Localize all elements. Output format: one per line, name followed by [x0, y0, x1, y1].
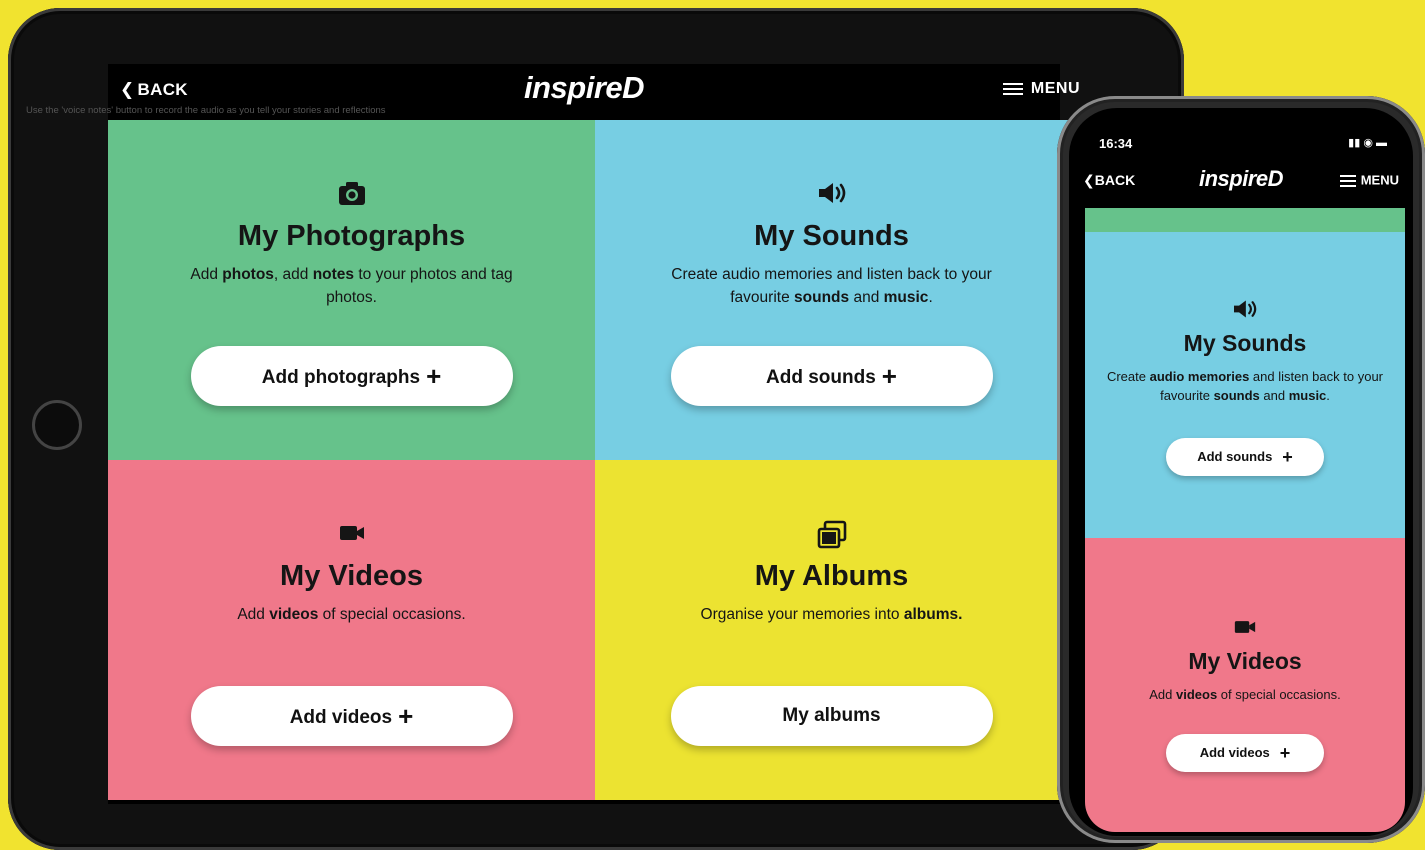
- menu-label: MENU: [1360, 172, 1399, 188]
- add-sounds-button[interactable]: Add sounds +: [670, 346, 993, 406]
- tile-albums: My Albums Organise your memories into al…: [595, 460, 1068, 800]
- speaker-icon: [1085, 298, 1405, 322]
- voice-notes-hint: Use the 'voice notes' button to record t…: [26, 105, 386, 116]
- tile-videos: My Videos Add videos of special occasion…: [108, 460, 595, 800]
- tile-title: My Videos: [280, 560, 423, 592]
- features-grid: My Photographs Add photos, add notes to …: [108, 120, 1068, 800]
- plus-icon: +: [1279, 743, 1291, 763]
- tile-sounds: My Sounds Create audio memories and list…: [1085, 232, 1405, 538]
- phone-screen: 16:34 ▮▮ ◉ ▬ ❮BACK inspireD MENU My Soun…: [1069, 108, 1413, 836]
- menu-label: MENU: [1030, 80, 1080, 98]
- status-time: 16:34: [1099, 136, 1133, 151]
- tile-videos: My Videos Add videos of special occasion…: [1085, 538, 1405, 832]
- tile-title: My Albums: [754, 560, 909, 592]
- hamburger-icon: [1339, 172, 1356, 190]
- tile-title: My Videos: [1188, 648, 1302, 674]
- tile-description: Organise your memories into albums.: [700, 606, 963, 623]
- my-albums-button[interactable]: My albums: [670, 686, 993, 746]
- home-button[interactable]: [32, 400, 82, 450]
- tile-title: My Photographs: [237, 220, 466, 252]
- tile-description: Create audio memories and listen back to…: [1106, 369, 1384, 403]
- add-photographs-button[interactable]: Add photographs +: [190, 346, 513, 406]
- camera-icon: [108, 180, 595, 210]
- plus-icon: +: [398, 701, 414, 731]
- photographs-tile-edge: [1085, 208, 1405, 232]
- phone-notch: [1153, 108, 1333, 136]
- battery-icon: ▬: [1376, 137, 1387, 149]
- plus-icon: +: [1282, 447, 1293, 467]
- tile-title: My Sounds: [754, 220, 909, 252]
- menu-button[interactable]: MENU: [1339, 172, 1399, 190]
- albums-icon: [595, 520, 1068, 550]
- add-sounds-button[interactable]: Add sounds +: [1166, 438, 1324, 476]
- app-logo[interactable]: inspireD: [108, 70, 1060, 106]
- status-icons: ▮▮ ◉ ▬: [1348, 136, 1387, 149]
- video-camera-icon: [1085, 616, 1405, 640]
- tile-sounds: My Sounds Create audio memories and list…: [595, 120, 1068, 460]
- tile-description: Add videos of special occasions.: [237, 606, 466, 623]
- plus-icon: +: [881, 361, 897, 391]
- signal-icon: ▮▮: [1348, 137, 1361, 149]
- plus-icon: +: [426, 361, 442, 391]
- tile-description: Add photos, add notes to your photos and…: [190, 266, 513, 306]
- tile-description: Create audio memories and listen back to…: [671, 266, 992, 306]
- hamburger-icon: [1002, 80, 1023, 98]
- phone-device: 16:34 ▮▮ ◉ ▬ ❮BACK inspireD MENU My Soun…: [1057, 96, 1425, 843]
- app-header: ❮BACK inspireD MENU: [1069, 164, 1413, 204]
- video-camera-icon: [108, 520, 595, 550]
- speaker-icon: [595, 180, 1068, 210]
- tablet-screen: ❮ BACK inspireD MENU My Photographs Add p…: [108, 64, 1079, 804]
- menu-button[interactable]: MENU: [1002, 80, 1080, 98]
- tile-photographs: My Photographs Add photos, add notes to …: [108, 120, 595, 460]
- tablet-device: ❮ BACK inspireD MENU My Photographs Add p…: [8, 8, 1184, 850]
- add-videos-button[interactable]: Add videos +: [190, 686, 513, 746]
- wifi-icon: ◉: [1363, 137, 1373, 149]
- add-videos-button[interactable]: Add videos +: [1166, 734, 1324, 772]
- tile-title: My Sounds: [1183, 330, 1307, 356]
- tile-description: Add videos of special occasions.: [1149, 687, 1341, 702]
